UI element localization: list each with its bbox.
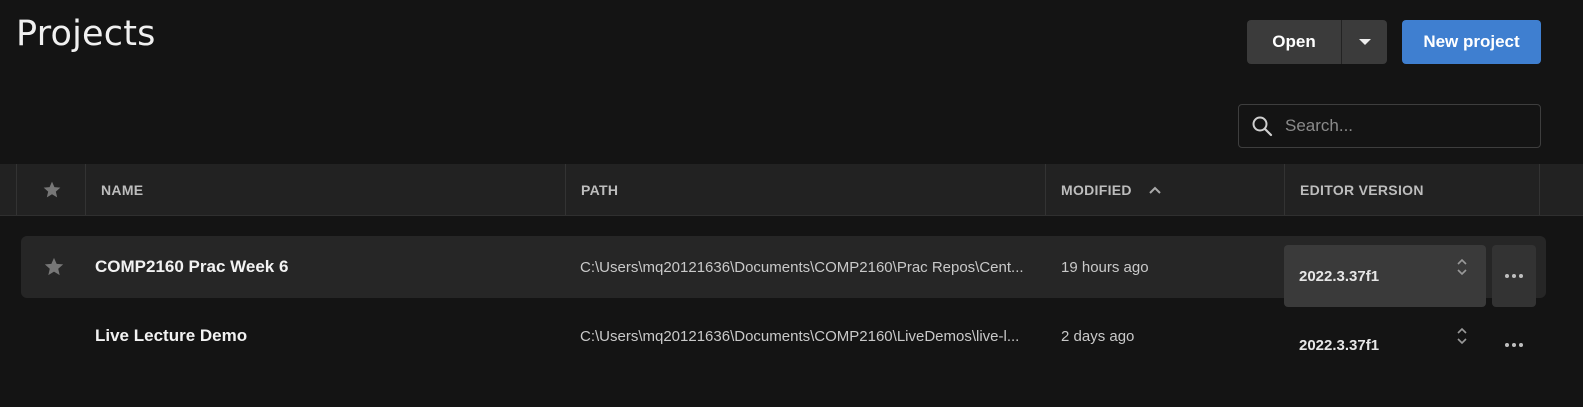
open-dropdown-button[interactable] [1342,20,1387,64]
column-header-favorite[interactable] [16,164,86,215]
search-input[interactable] [1283,115,1527,137]
search-box[interactable] [1238,104,1541,148]
project-modified: 19 hours ago [1061,258,1149,276]
star-icon [44,257,64,276]
updown-chevron-icon [1457,258,1467,276]
column-header-editor-version[interactable]: EDITOR VERSION [1284,164,1540,215]
open-button[interactable]: Open [1247,20,1342,64]
more-options-button[interactable] [1492,245,1536,307]
editor-version-value: 2022.3.37f1 [1299,336,1380,354]
project-name: Live Lecture Demo [95,326,248,345]
more-icon [1505,343,1523,347]
editor-version-value: 2022.3.37f1 [1299,267,1380,285]
caret-down-icon [1358,39,1371,45]
favorite-toggle[interactable] [43,236,65,298]
project-path-text: C:\Users\mq20121636\Documents\COMP2160\P… [580,258,1024,276]
column-header-modified-label: MODIFIED [1061,181,1132,198]
editor-version-select[interactable]: 2022.3.37f1 [1284,314,1486,376]
table-row[interactable]: Live Lecture Demo C:\Users\mq20121636\Do… [21,305,1546,367]
star-icon [43,181,60,197]
column-header-name[interactable]: NAME [85,164,565,215]
project-path-text: C:\Users\mq20121636\Documents\COMP2160\L… [580,327,1020,345]
search-icon [1252,116,1273,137]
more-icon [1505,274,1523,278]
project-name: COMP2160 Prac Week 6 [95,257,289,276]
project-path: C:\Users\mq20121636\Documents\COMP2160\L… [580,305,1046,367]
table-header: NAME PATH MODIFIED EDITOR VERSION [0,164,1583,216]
more-options-button[interactable] [1492,314,1536,376]
column-header-path-label: PATH [581,181,619,198]
table-row[interactable]: COMP2160 Prac Week 6 C:\Users\mq20121636… [21,236,1546,307]
column-header-name-label: NAME [101,181,144,198]
column-header-path[interactable]: PATH [565,164,1045,215]
column-header-modified[interactable]: MODIFIED [1045,164,1284,215]
sort-up-icon [1149,186,1161,194]
column-header-editor-version-label: EDITOR VERSION [1300,181,1424,198]
editor-version-select[interactable]: 2022.3.37f1 [1284,245,1486,307]
open-button-group: Open [1247,20,1387,64]
updown-chevron-icon [1457,327,1467,345]
project-path: C:\Users\mq20121636\Documents\COMP2160\P… [580,236,1046,298]
page-title: Projects [16,14,156,54]
project-modified: 2 days ago [1061,327,1135,345]
new-project-button[interactable]: New project [1402,20,1541,64]
